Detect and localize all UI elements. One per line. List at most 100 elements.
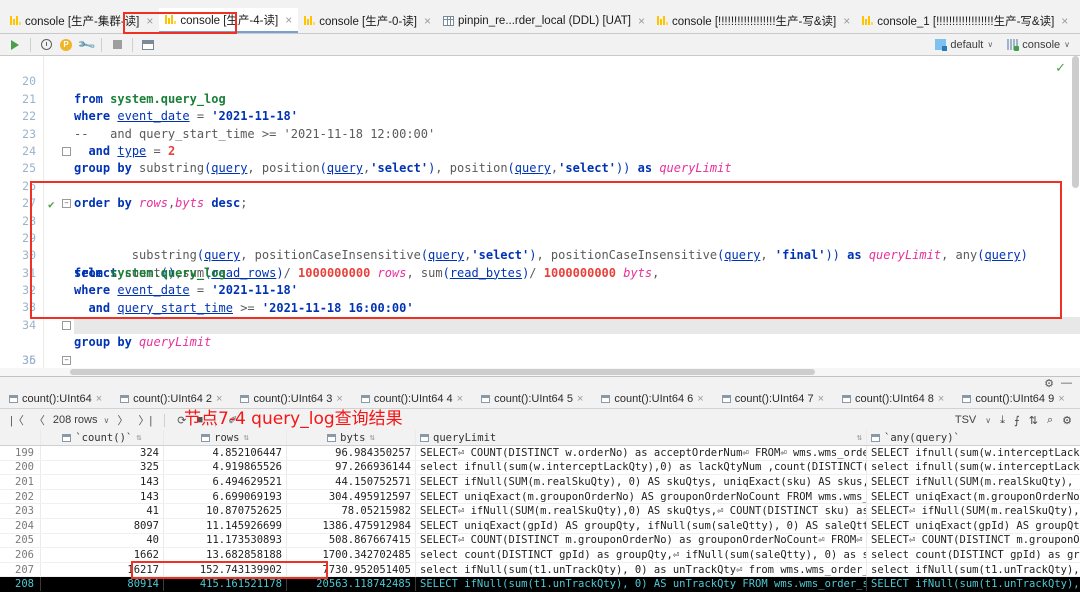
code-line: 21 where event_date = '2021-11-18'	[0, 73, 1080, 123]
tab-label: console [生产-4-读]	[180, 14, 279, 27]
sort-icon[interactable]: ⇅	[243, 433, 248, 443]
minimize-icon[interactable]: —	[1061, 377, 1072, 389]
tab-console-0[interactable]: console [生产-0-读] ×	[298, 8, 437, 33]
clickhouse-icon	[304, 15, 316, 26]
cell-byts: 78.05215982	[341, 505, 411, 518]
run-button[interactable]	[6, 36, 24, 54]
editor-horizontal-scrollbar[interactable]	[0, 368, 1080, 376]
sort-icon[interactable]: ⇅	[136, 433, 141, 443]
fold-marker[interactable]	[62, 320, 71, 330]
download-icon[interactable]: ⤓	[1000, 414, 1005, 427]
fold-marker[interactable]	[62, 146, 71, 156]
chevron-down-icon[interactable]: ∨	[104, 416, 110, 425]
header-querylimit[interactable]: queryLimit ⇅	[416, 432, 866, 444]
table-row[interactable]: 202 143 6.699069193 304.495912597 SELECT…	[0, 489, 1080, 505]
close-icon[interactable]: ×	[697, 393, 703, 405]
cell-count: 8097	[133, 519, 159, 532]
close-icon[interactable]: ×	[843, 15, 850, 27]
close-icon[interactable]: ×	[216, 393, 222, 405]
tab-label: console [生产-0-读]	[319, 15, 417, 28]
cell-anyquery: SELECT uniqExact(gpId) AS groupQty, ifNu…	[871, 519, 1080, 532]
code-line: 27	[0, 178, 1080, 210]
fold-marker[interactable]: −	[62, 199, 71, 209]
sql-editor[interactable]: ✓ 20 from system.query_log 21 where even…	[0, 56, 1080, 376]
table-button[interactable]	[139, 36, 157, 54]
settings-button[interactable]: 🔧	[76, 34, 96, 54]
grid-header-row: `count()` ⇅ rows ⇅ byts ⇅ queryLimit ⇅ `…	[0, 430, 1080, 446]
table-row[interactable]: 200 325 4.919865526 97.266936144 select …	[0, 460, 1080, 476]
result-tab-6[interactable]: count():UInt64 6 ×	[592, 389, 712, 408]
cell-count: 40	[146, 534, 159, 547]
close-icon[interactable]: ×	[336, 393, 342, 405]
result-tab-label: count():UInt64	[22, 392, 92, 405]
code-line: 29 substring(query, positionCaseInsensit…	[0, 213, 1080, 262]
close-icon[interactable]: ×	[1058, 393, 1064, 405]
table-row[interactable]: 203 41 10.870752625 78.05215982 SELECT⏎ …	[0, 504, 1080, 519]
next-page-button[interactable]: 〉	[115, 412, 130, 428]
table-row[interactable]: 199 324 4.852106447 96.984350257 SELECT⏎…	[0, 446, 1080, 461]
close-icon[interactable]: ×	[96, 393, 102, 405]
tab-console-1-prod-rw[interactable]: console_1 [!!!!!!!!!!!!!!!!!!生产-写&读] ×	[856, 8, 1074, 33]
tab-console-2-prod-rw[interactable]: console_2 [!!!!!!!!!!!!!!!!!!生产-写&读] ×	[1074, 8, 1080, 33]
close-icon[interactable]: ×	[285, 14, 292, 26]
schema-selector[interactable]: default ∨	[935, 39, 993, 51]
result-tab-9[interactable]: count():UInt64 9 ×	[953, 389, 1073, 408]
grid-settings-icon[interactable]: ⚙	[1062, 414, 1072, 427]
row-index: 204	[15, 519, 34, 532]
stop-button[interactable]	[108, 36, 126, 54]
tab-console-4[interactable]: console [生产-4-读] ×	[159, 8, 299, 33]
tab-console-cluster[interactable]: console [生产-集群-读] ×	[4, 8, 159, 33]
header-anyquery[interactable]: `any(query)`	[867, 432, 1080, 444]
header-count[interactable]: `count()` ⇅	[41, 432, 163, 444]
schema-icon	[935, 39, 948, 51]
last-page-button[interactable]: 〉|	[136, 412, 154, 428]
result-tab-7[interactable]: count():UInt64 7 ×	[713, 389, 833, 408]
prev-page-button[interactable]: 〈	[32, 412, 47, 428]
header-byts[interactable]: byts ⇅	[287, 432, 415, 444]
close-icon[interactable]: ×	[146, 15, 153, 27]
close-icon[interactable]: ×	[1061, 15, 1068, 27]
format-label[interactable]: TSV	[955, 414, 976, 426]
tab-console-prod-rw[interactable]: console [!!!!!!!!!!!!!!!!!!生产-写&读] ×	[651, 8, 856, 33]
table-row[interactable]: 204 8097 11.145926699 1386.475912984 SEL…	[0, 518, 1080, 534]
filter-icon[interactable]: ⨍	[1014, 414, 1020, 427]
table-icon	[360, 394, 370, 403]
close-icon[interactable]: ×	[457, 393, 463, 405]
table-row[interactable]: 207 16217 152.743139902 7730.952051405 s…	[0, 562, 1080, 578]
table-row[interactable]: 206 1662 13.682858188 1700.342702485 sel…	[0, 548, 1080, 563]
table-row[interactable]: 201 143 6.494629521 44.150752571 SELECT …	[0, 475, 1080, 490]
editor-vertical-scrollbar[interactable]	[1070, 56, 1080, 376]
close-icon[interactable]: ×	[577, 393, 583, 405]
scrollbar-thumb[interactable]	[1072, 56, 1079, 188]
row-count-label[interactable]: 208 rows	[53, 414, 98, 426]
scrollbar-thumb[interactable]	[70, 369, 815, 375]
result-tab-8[interactable]: count():UInt64 8 ×	[833, 389, 953, 408]
result-tab-10[interactable]: count():UInt64 10 ×	[1074, 389, 1080, 408]
table-row-selected[interactable]: 208 80914 415.161521178 20563.118742485 …	[0, 577, 1080, 592]
history-button[interactable]	[37, 36, 55, 54]
fold-marker[interactable]: −	[62, 355, 71, 365]
stop-icon	[112, 40, 122, 49]
sort-icon[interactable]: ⇅	[857, 433, 862, 443]
search-icon[interactable]: ⌕	[1047, 414, 1053, 427]
result-tab-1[interactable]: count():UInt64 ×	[0, 389, 111, 408]
cell-anyquery: select ifNull(sum(t1.unTrackQty), 0) as …	[871, 563, 1080, 576]
result-tab-5[interactable]: count():UInt64 5 ×	[472, 389, 592, 408]
results-data-grid[interactable]: `count()` ⇅ rows ⇅ byts ⇅ queryLimit ⇅ `…	[0, 430, 1080, 606]
profile-button[interactable]: P	[57, 36, 75, 54]
connection-selector[interactable]: console ∨	[1007, 39, 1070, 51]
code-area[interactable]: 20 from system.query_log 21 where event_…	[0, 56, 1080, 376]
close-icon[interactable]: ×	[938, 393, 944, 405]
close-icon[interactable]: ×	[818, 393, 824, 405]
tab-pinpin-ddl[interactable]: pinpin_re...rder_local (DDL) [UAT] ×	[437, 8, 651, 33]
transpose-icon[interactable]: ⇅	[1029, 414, 1038, 427]
close-icon[interactable]: ×	[638, 15, 645, 27]
chevron-down-icon[interactable]: ∨	[985, 416, 991, 425]
run-statement-icon[interactable]: ✔	[48, 196, 55, 213]
first-page-button[interactable]: |〈	[8, 412, 26, 428]
sort-icon[interactable]: ⇅	[369, 433, 374, 443]
close-icon[interactable]: ×	[424, 15, 431, 27]
cell-count: 324	[140, 446, 159, 459]
header-rows[interactable]: rows ⇅	[164, 432, 286, 444]
table-row[interactable]: 205 40 11.173530893 508.867667415 SELECT…	[0, 533, 1080, 549]
